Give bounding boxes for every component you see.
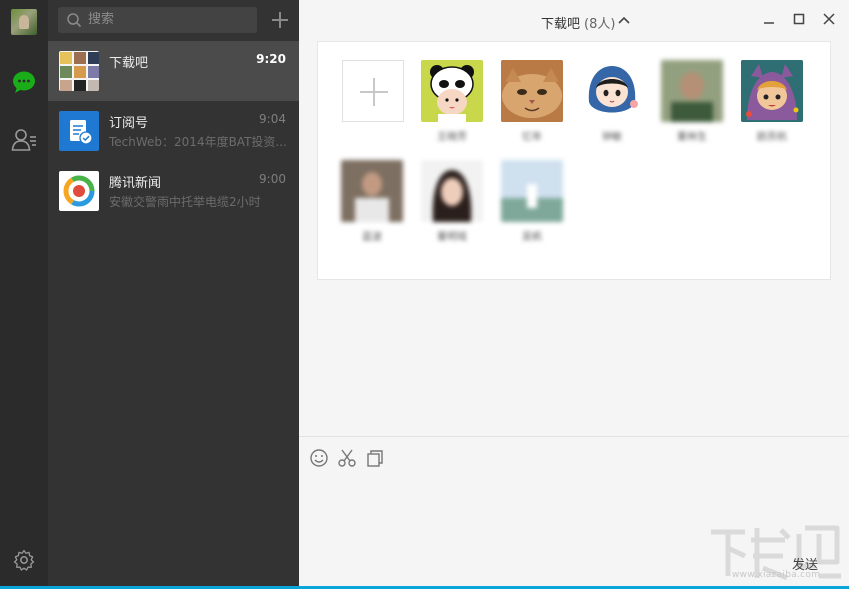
member-name: 欧苏杭 bbox=[741, 128, 803, 143]
member-item[interactable]: 忆年 bbox=[501, 60, 563, 143]
chat-title-text: 下载吧 bbox=[541, 17, 580, 32]
session-time: 9:20 bbox=[256, 52, 286, 66]
session-preview: 安徽交警雨中托举电缆2小时 bbox=[109, 193, 287, 210]
member-panel: 王晓芳 忆年 bbox=[317, 41, 831, 280]
session-preview: TechWeb：2014年度BAT投资... bbox=[109, 133, 287, 150]
chevron-up-icon[interactable] bbox=[617, 15, 631, 25]
member-avatar bbox=[501, 60, 563, 122]
title-bar: 下载吧 (8人) bbox=[299, 0, 849, 40]
member-name: 董明瑶 bbox=[421, 228, 483, 243]
search-input[interactable]: 搜索 bbox=[88, 7, 248, 33]
member-item[interactable]: 王晓芳 bbox=[421, 60, 483, 143]
contacts-icon[interactable] bbox=[11, 127, 37, 153]
search-icon bbox=[66, 12, 82, 28]
scissors-icon[interactable] bbox=[337, 448, 357, 468]
subscription-icon bbox=[59, 111, 99, 151]
emoji-icon[interactable] bbox=[309, 448, 329, 468]
member-avatar bbox=[421, 60, 483, 122]
session-name: 腾讯新闻 bbox=[109, 172, 161, 191]
send-button[interactable]: 发送 bbox=[777, 555, 833, 577]
session-item-news[interactable]: 腾讯新闻 9:00 安徽交警雨中托举电缆2小时 bbox=[48, 161, 299, 221]
news-icon bbox=[59, 171, 99, 211]
member-item[interactable]: 董林生 bbox=[661, 60, 723, 143]
composer-divider bbox=[299, 436, 849, 437]
minimize-icon[interactable] bbox=[761, 11, 777, 27]
member-item[interactable]: 钟敏 bbox=[581, 60, 643, 143]
add-icon[interactable] bbox=[270, 10, 290, 30]
group-avatar bbox=[59, 51, 99, 91]
session-time: 9:00 bbox=[259, 172, 286, 186]
member-name: 王晓芳 bbox=[421, 128, 483, 143]
member-name: 吴帆 bbox=[501, 228, 563, 243]
member-count: (8人) bbox=[584, 17, 615, 32]
left-rail bbox=[0, 0, 48, 589]
chat-bubble-icon[interactable] bbox=[11, 69, 37, 95]
member-item[interactable]: 董明瑶 bbox=[421, 160, 483, 243]
files-icon[interactable] bbox=[365, 448, 385, 468]
member-name: 董林生 bbox=[661, 128, 723, 143]
add-member-button[interactable] bbox=[342, 60, 404, 122]
member-item[interactable]: 吴帆 bbox=[501, 160, 563, 243]
member-item[interactable]: 蓝波 bbox=[341, 160, 403, 243]
settings-icon[interactable] bbox=[13, 549, 35, 571]
member-item[interactable]: 欧苏杭 bbox=[741, 60, 803, 143]
chat-title[interactable]: 下载吧 (8人) bbox=[541, 13, 615, 32]
member-avatar bbox=[741, 60, 803, 122]
member-name: 蓝波 bbox=[341, 228, 403, 243]
session-item-group[interactable]: 下载吧 9:20 bbox=[48, 41, 299, 101]
session-panel: 搜索 下载吧 9:20 bbox=[48, 0, 299, 589]
member-name: 忆年 bbox=[501, 128, 563, 143]
session-name: 订阅号 bbox=[109, 112, 148, 131]
maximize-icon[interactable] bbox=[791, 11, 807, 27]
search-box[interactable]: 搜索 bbox=[58, 7, 257, 33]
member-avatar bbox=[581, 60, 643, 122]
member-avatar bbox=[661, 60, 723, 122]
user-avatar[interactable] bbox=[11, 9, 37, 35]
member-avatar bbox=[341, 160, 403, 222]
member-avatar bbox=[501, 160, 563, 222]
member-name: 钟敏 bbox=[581, 128, 643, 143]
session-name: 下载吧 bbox=[109, 52, 148, 71]
session-item-subscriptions[interactable]: 订阅号 9:04 TechWeb：2014年度BAT投资... bbox=[48, 101, 299, 161]
member-avatar bbox=[421, 160, 483, 222]
plus-icon bbox=[358, 76, 390, 108]
close-icon[interactable] bbox=[821, 11, 837, 27]
session-time: 9:04 bbox=[259, 112, 286, 126]
